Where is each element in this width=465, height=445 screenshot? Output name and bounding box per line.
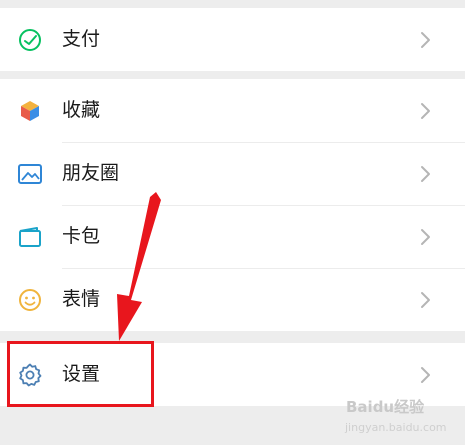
chevron-right-icon (418, 101, 432, 121)
menu-item-moments[interactable]: 朋友圈 (0, 142, 465, 205)
menu-item-cards[interactable]: 卡包 (0, 205, 465, 268)
chevron-right-icon (418, 290, 432, 310)
features-group: 收藏 朋友圈 卡包 表情 (0, 79, 465, 331)
menu-item-pay[interactable]: 支付 (0, 8, 465, 71)
menu-item-stickers[interactable]: 表情 (0, 268, 465, 331)
menu-item-label: 卡包 (62, 225, 101, 247)
menu-item-label: 支付 (62, 28, 101, 50)
chevron-right-icon (418, 30, 432, 50)
moments-icon (17, 161, 43, 187)
menu-item-favorites[interactable]: 收藏 (0, 79, 465, 142)
watermark: Baidu经验 (346, 398, 425, 416)
highlight-box (7, 341, 154, 407)
chevron-right-icon (418, 227, 432, 247)
favorites-icon (17, 98, 43, 124)
chevron-right-icon (418, 365, 432, 385)
menu-item-label: 表情 (62, 288, 101, 310)
pay-group: 支付 (0, 8, 465, 71)
smiley-icon (17, 287, 43, 313)
wallet-icon (17, 224, 43, 250)
pay-icon (17, 27, 43, 53)
menu-item-label: 朋友圈 (62, 162, 120, 184)
watermark-url: jingyan.baidu.com (345, 421, 447, 434)
menu-item-label: 收藏 (62, 99, 101, 121)
chevron-right-icon (418, 164, 432, 184)
